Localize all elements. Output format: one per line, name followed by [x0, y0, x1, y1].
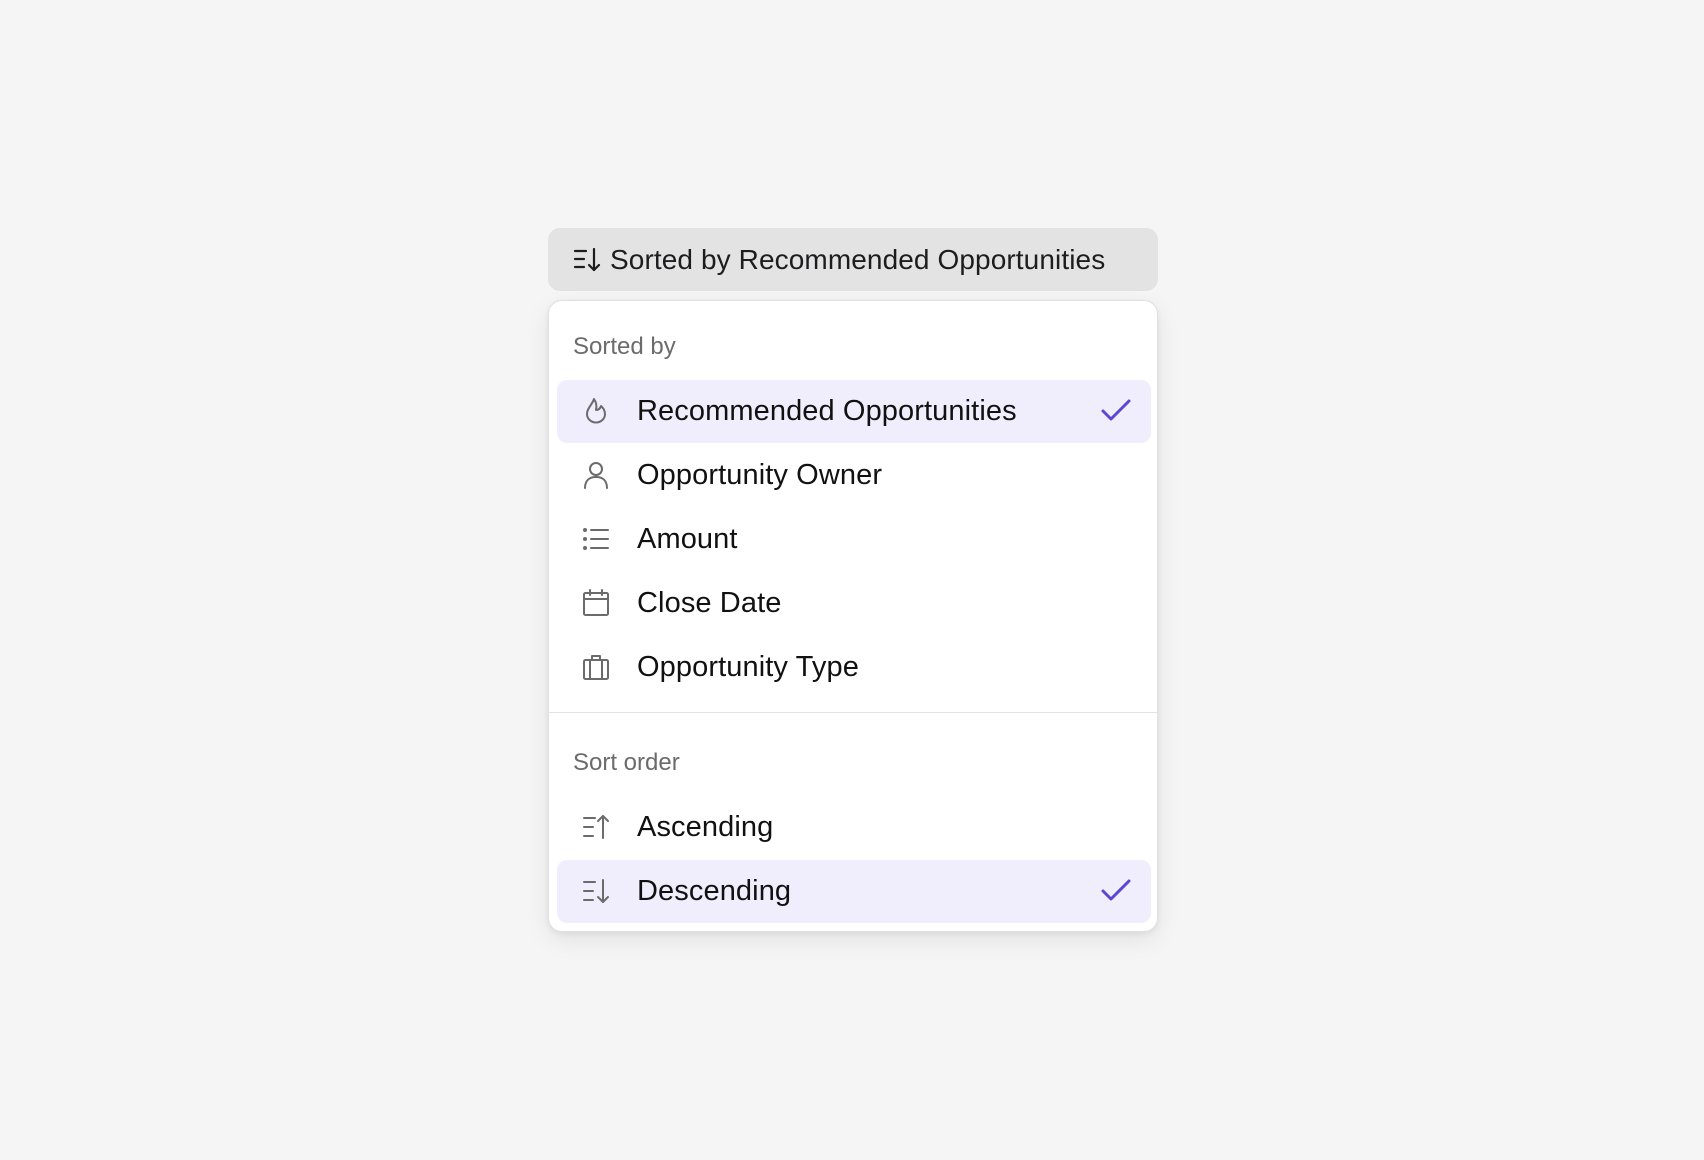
menu-item-label: Recommended Opportunities — [637, 395, 1017, 427]
calendar-icon — [579, 586, 613, 620]
flame-icon — [579, 394, 613, 428]
menu-item-label: Descending — [637, 875, 792, 907]
menu-item-opportunity-type[interactable]: Opportunity Type — [557, 636, 1151, 699]
menu-item-opportunity-owner[interactable]: Opportunity Owner — [557, 444, 1151, 507]
menu-item-ascending[interactable]: Ascending — [557, 796, 1151, 859]
menu-item-label: Amount — [637, 523, 738, 555]
sort-descending-icon — [579, 874, 613, 908]
menu-divider — [549, 712, 1157, 713]
checkmark-icon — [1099, 396, 1133, 426]
list-icon — [579, 522, 613, 556]
menu-item-recommended-opportunities[interactable]: Recommended Opportunities — [557, 380, 1151, 443]
menu-item-amount[interactable]: Amount — [557, 508, 1151, 571]
sort-dropdown-label: Sorted by Recommended Opportunities — [610, 243, 1106, 275]
briefcase-icon — [579, 650, 613, 684]
sort-ascending-icon — [579, 810, 613, 844]
user-icon — [579, 458, 613, 492]
section-title-sorted-by: Sorted by — [573, 333, 676, 360]
menu-item-descending[interactable]: Descending — [557, 860, 1151, 923]
menu-item-label: Ascending — [637, 811, 774, 843]
sort-dropdown-button[interactable]: Sorted by Recommended Opportunities — [548, 228, 1158, 291]
sort-menu: Sorted by Recommended Opportunities Oppo… — [548, 300, 1158, 932]
menu-item-label: Opportunity Type — [637, 651, 859, 683]
sort-descending-icon — [572, 245, 602, 275]
section-title-sort-order: Sort order — [573, 749, 680, 776]
menu-item-label: Opportunity Owner — [637, 459, 883, 491]
checkmark-icon — [1099, 876, 1133, 906]
menu-item-label: Close Date — [637, 587, 782, 619]
menu-item-close-date[interactable]: Close Date — [557, 572, 1151, 635]
